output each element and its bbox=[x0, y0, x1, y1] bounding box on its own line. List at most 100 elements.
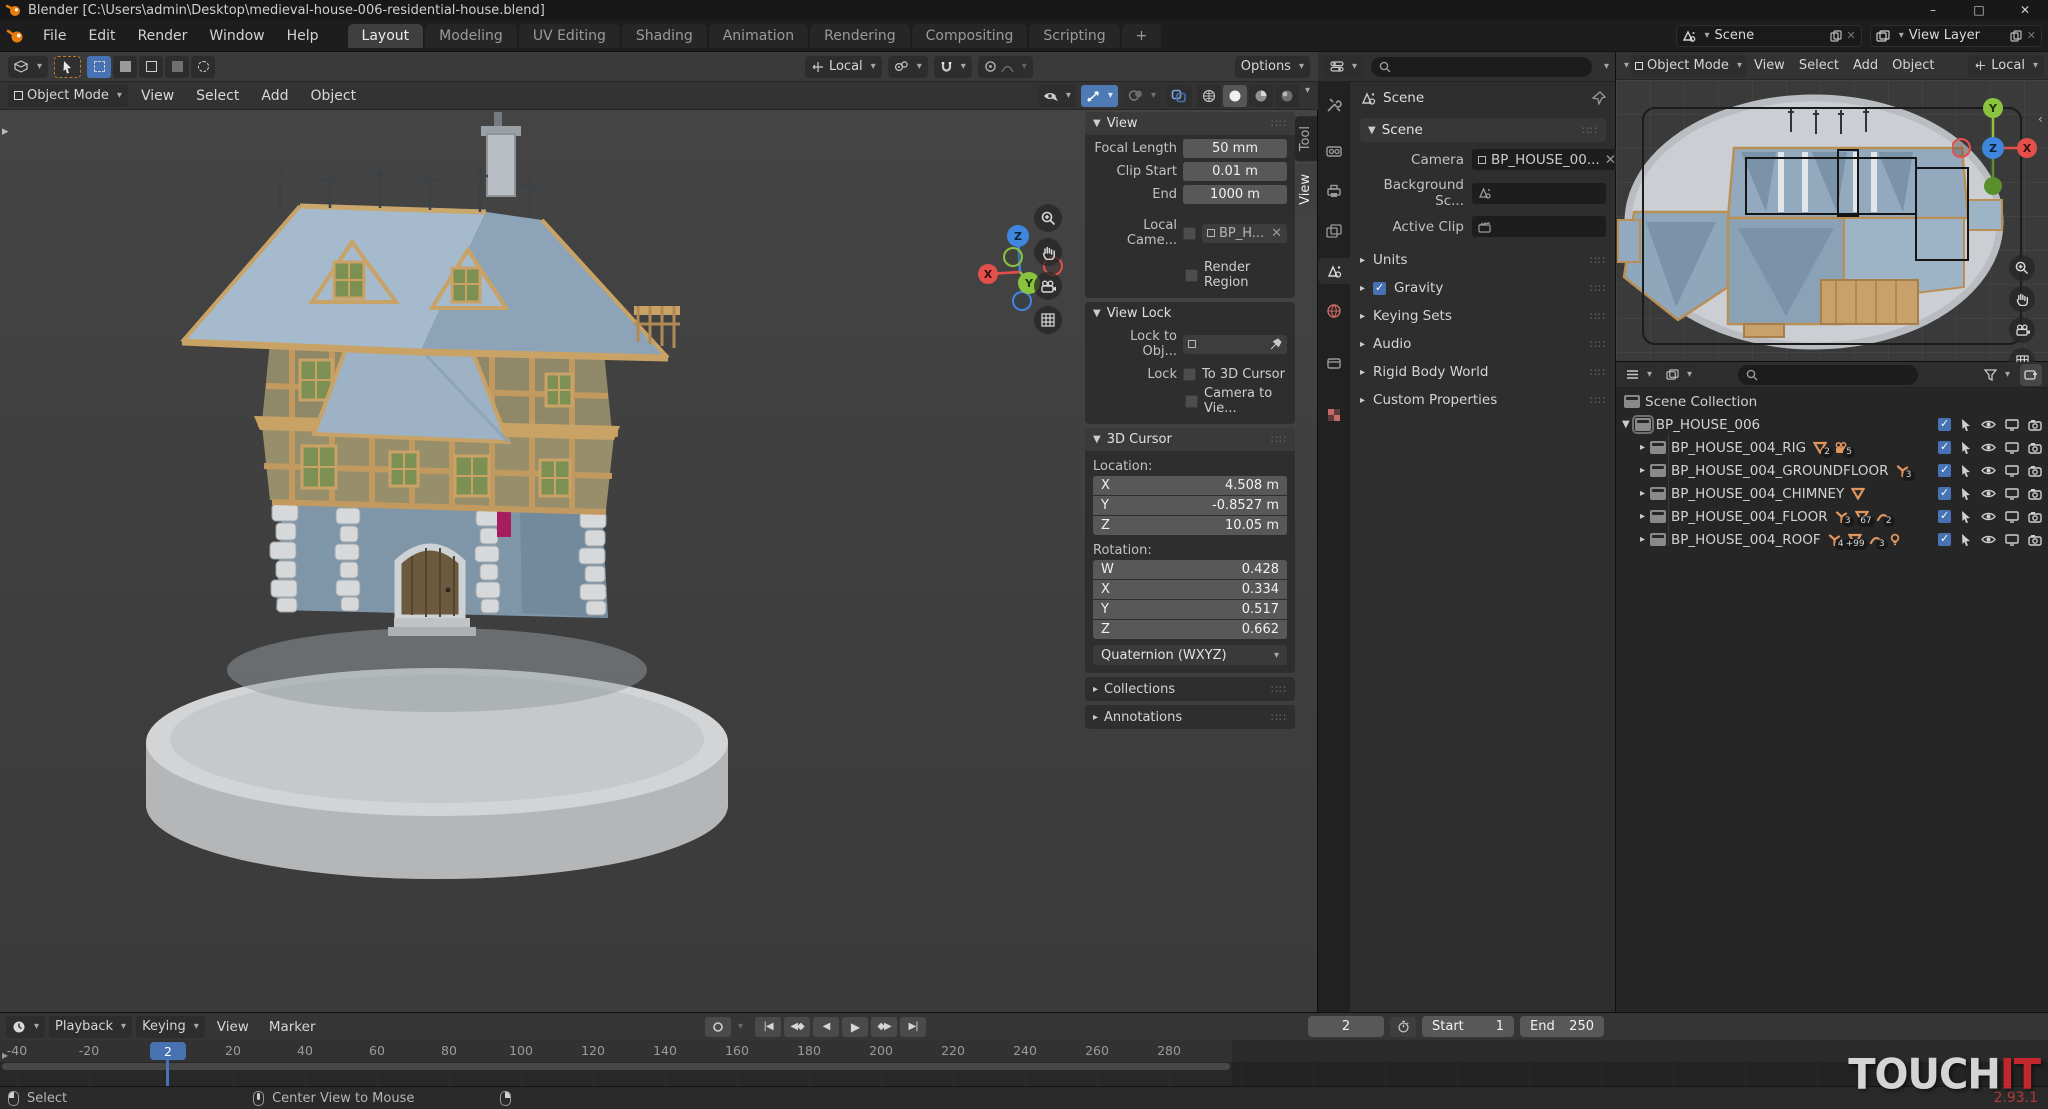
mode-dropdown[interactable]: Object Mode ▾ bbox=[1631, 55, 1746, 77]
outliner-search-input[interactable] bbox=[1738, 365, 1918, 385]
viewport2-menu-object[interactable]: Object bbox=[1886, 56, 1940, 75]
selectable-icon[interactable] bbox=[1960, 510, 1972, 523]
outliner-row-floor[interactable]: ▸ BP_HOUSE_004_FLOOR 3 67 2 bbox=[1616, 505, 2048, 528]
jump-to-end-button[interactable]: ▶| bbox=[900, 1017, 926, 1037]
drag-dots-icon[interactable]: ∷∷ bbox=[1271, 683, 1287, 696]
hide-eye-icon[interactable] bbox=[1981, 488, 1996, 499]
tab-uv-editing[interactable]: UV Editing bbox=[519, 24, 620, 48]
disable-viewport-icon[interactable] bbox=[2005, 488, 2019, 500]
new-collection-button[interactable] bbox=[2020, 364, 2042, 386]
expand-icon[interactable]: ▸ bbox=[1640, 511, 1645, 522]
tab-output-properties[interactable] bbox=[1318, 178, 1350, 204]
selectable-icon[interactable] bbox=[1960, 441, 1972, 454]
shading-rendered-button[interactable] bbox=[1275, 85, 1299, 107]
local-camera-checkbox[interactable] bbox=[1183, 227, 1196, 240]
section-rigid-body-world[interactable]: ▸Rigid Body World∷∷ bbox=[1360, 359, 1606, 385]
clear-icon[interactable]: ✕ bbox=[1271, 226, 1282, 241]
outliner-row-chimney[interactable]: ▸ BP_HOUSE_004_CHIMNEY bbox=[1616, 482, 2048, 505]
tab-world-properties[interactable] bbox=[1318, 298, 1350, 324]
select-mode-intersect-button[interactable] bbox=[191, 56, 215, 78]
exclude-checkbox[interactable] bbox=[1938, 510, 1951, 523]
hide-eye-icon[interactable] bbox=[1981, 442, 1996, 453]
focal-length-field[interactable]: 50 mm bbox=[1183, 139, 1287, 158]
disable-render-icon[interactable] bbox=[2028, 419, 2042, 431]
collapse-icon[interactable]: ▼ bbox=[1622, 419, 1630, 430]
section-gravity[interactable]: ▸Gravity∷∷ bbox=[1360, 275, 1606, 301]
viewport-menu-object[interactable]: Object bbox=[301, 86, 365, 106]
lock-to-object-field[interactable] bbox=[1183, 335, 1287, 354]
options-dropdown[interactable]: Options ▾ bbox=[1235, 56, 1310, 78]
viewport2-menu-view[interactable]: View bbox=[1748, 56, 1791, 75]
autokey-options-icon[interactable]: ▾ bbox=[738, 1021, 743, 1032]
viewport-menu-add[interactable]: Add bbox=[252, 86, 297, 106]
start-frame-field[interactable]: Start1 bbox=[1422, 1016, 1514, 1037]
tab-compositing[interactable]: Compositing bbox=[912, 24, 1028, 48]
outliner-row-scene-collection[interactable]: Scene Collection bbox=[1616, 390, 2048, 413]
current-frame-field[interactable]: 2 bbox=[1308, 1016, 1384, 1037]
tab-scene-properties[interactable] bbox=[1318, 258, 1350, 284]
scene-selector[interactable]: ▾ Scene ✕ bbox=[1676, 25, 1862, 47]
cursor-rot-z-field[interactable]: Z0.662 bbox=[1093, 620, 1287, 639]
toolbar-expand-arrow[interactable]: ▸ bbox=[2, 124, 9, 139]
timeline-scrollbar[interactable] bbox=[2, 1063, 1230, 1070]
hide-eye-icon[interactable] bbox=[1981, 465, 1996, 476]
pivot-point-dropdown[interactable]: ▾ bbox=[888, 56, 928, 78]
menu-render[interactable]: Render bbox=[127, 28, 199, 44]
sidebar-expand-arrow[interactable]: ‹ bbox=[2038, 112, 2043, 126]
camera-view-button[interactable] bbox=[1034, 272, 1062, 300]
timeline-menu-marker[interactable]: Marker bbox=[261, 1017, 324, 1037]
background-scene-field[interactable] bbox=[1472, 183, 1606, 204]
blender-menu-icon[interactable] bbox=[6, 28, 26, 44]
viewport-menu-view[interactable]: View bbox=[132, 86, 183, 106]
jump-to-start-button[interactable]: |◀ bbox=[755, 1017, 781, 1037]
expand-icon[interactable]: ▸ bbox=[1640, 488, 1645, 499]
selectable-icon[interactable] bbox=[1960, 464, 1972, 477]
disable-viewport-icon[interactable] bbox=[2005, 419, 2019, 431]
auto-keying-toggle[interactable] bbox=[1390, 1017, 1416, 1037]
outliner-row-collection[interactable]: ▼ BP_HOUSE_006 bbox=[1616, 413, 2048, 436]
drag-dots-icon[interactable]: ∷∷ bbox=[1590, 282, 1606, 295]
section-custom-properties[interactable]: ▸Custom Properties∷∷ bbox=[1360, 387, 1606, 413]
view-panel-header[interactable]: ▼ View ∷∷ bbox=[1085, 112, 1295, 135]
outliner-row-rig[interactable]: ▸ BP_HOUSE_004_RIG 2 5 bbox=[1616, 436, 2048, 459]
exclude-checkbox[interactable] bbox=[1938, 418, 1951, 431]
expand-icon[interactable]: ▸ bbox=[1640, 534, 1645, 545]
section-units[interactable]: ▸Units∷∷ bbox=[1360, 247, 1606, 273]
collections-panel-header[interactable]: ▸ Collections ∷∷ bbox=[1085, 677, 1295, 701]
drag-dots-icon[interactable]: ∷∷ bbox=[1590, 366, 1606, 379]
disable-render-icon[interactable] bbox=[2028, 488, 2042, 500]
xray-toggle[interactable] bbox=[1166, 85, 1192, 107]
zoom-button[interactable] bbox=[1034, 204, 1062, 232]
menu-file[interactable]: File bbox=[32, 28, 77, 44]
eyedropper-icon[interactable] bbox=[1270, 338, 1282, 350]
hide-eye-icon[interactable] bbox=[1981, 511, 1996, 522]
prev-keyframe-button[interactable]: ◀◆ bbox=[784, 1017, 810, 1037]
end-frame-field[interactable]: End250 bbox=[1520, 1016, 1604, 1037]
copy-icon[interactable] bbox=[2010, 30, 2022, 42]
viewport2-menu-add[interactable]: Add bbox=[1847, 56, 1884, 75]
drag-dots-icon[interactable]: ∷∷ bbox=[1590, 254, 1606, 267]
disable-viewport-icon[interactable] bbox=[2005, 534, 2019, 546]
clip-start-field[interactable]: 0.01 m bbox=[1183, 162, 1287, 181]
disable-render-icon[interactable] bbox=[2028, 465, 2042, 477]
tab-rendering[interactable]: Rendering bbox=[810, 24, 910, 48]
viewport2-menu-select[interactable]: Select bbox=[1793, 56, 1845, 75]
tab-scripting[interactable]: Scripting bbox=[1029, 24, 1119, 48]
active-clip-field[interactable] bbox=[1472, 216, 1606, 237]
cursor-rot-w-field[interactable]: W0.428 bbox=[1093, 560, 1287, 579]
next-keyframe-button[interactable]: ◆▶ bbox=[871, 1017, 897, 1037]
snap-options-icon[interactable]: ▾ bbox=[961, 61, 966, 72]
title-bar[interactable]: Blender [C:\Users\admin\Desktop\medieval… bbox=[0, 0, 2048, 20]
drag-dots-icon[interactable]: ∷∷ bbox=[1271, 433, 1287, 446]
keying-dropdown[interactable]: Keying▾ bbox=[136, 1016, 205, 1038]
outliner-row-roof[interactable]: ▸ BP_HOUSE_004_ROOF 4 +99 3 bbox=[1616, 528, 2048, 551]
tab-tool[interactable]: Tool bbox=[1295, 116, 1318, 161]
exclude-checkbox[interactable] bbox=[1938, 533, 1951, 546]
local-camera-field[interactable]: BP_H... ✕ bbox=[1202, 224, 1287, 243]
disable-viewport-icon[interactable] bbox=[2005, 511, 2019, 523]
zoom-button[interactable] bbox=[2009, 255, 2035, 281]
editor-type-selector[interactable]: ▾ bbox=[8, 56, 48, 78]
maximize-button[interactable]: □ bbox=[1956, 0, 2002, 20]
snap-toggle[interactable]: ▾ bbox=[934, 56, 972, 78]
render-region-checkbox[interactable] bbox=[1185, 269, 1198, 282]
